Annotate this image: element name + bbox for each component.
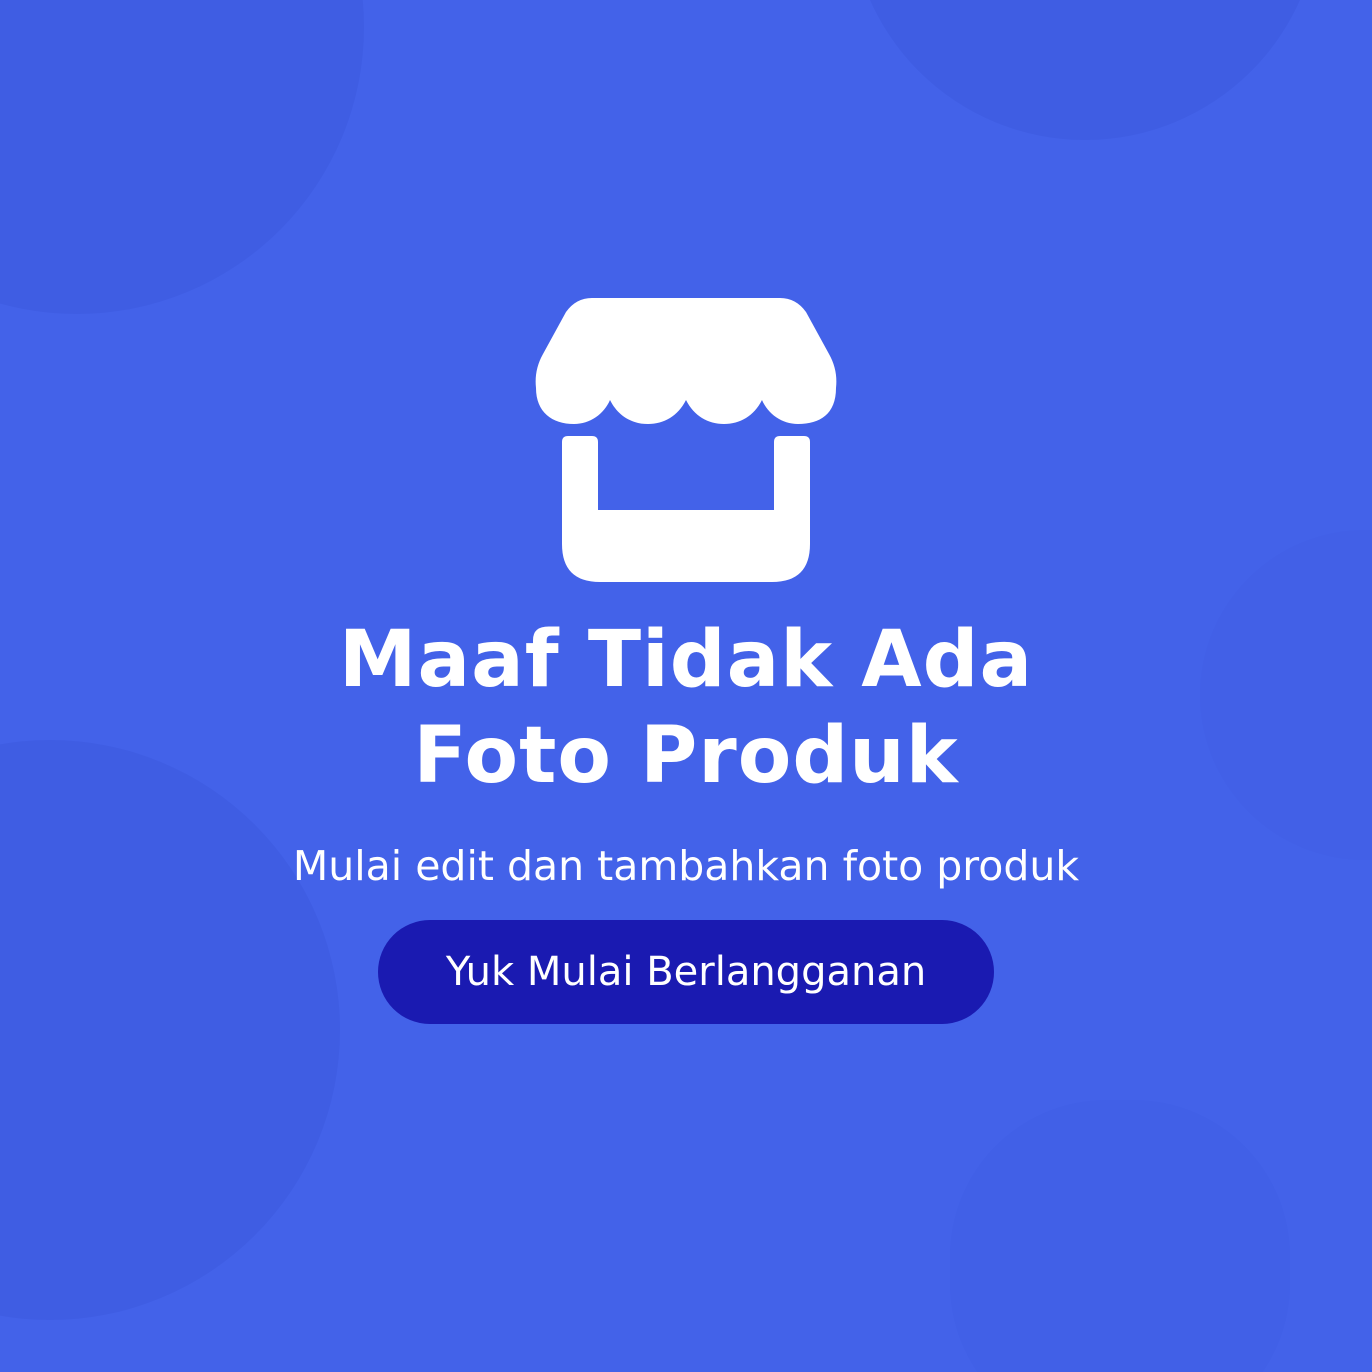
background-circle — [0, 740, 340, 1320]
store-icon — [535, 298, 837, 582]
empty-state-card: Maaf Tidak Ada Foto Produk Mulai edit da… — [0, 0, 1372, 1372]
subscribe-button[interactable]: Yuk Mulai Berlangganan — [378, 920, 994, 1024]
title-line: Foto Produk — [413, 711, 959, 801]
empty-state-subtitle: Mulai edit dan tambahkan foto produk — [292, 842, 1080, 890]
background-circle — [850, 0, 1320, 140]
background-circle — [950, 1100, 1290, 1372]
empty-state-title: Maaf Tidak Ada Foto Produk — [0, 612, 1372, 804]
background-circle — [0, 0, 364, 314]
title-line: Maaf Tidak Ada — [338, 615, 1034, 705]
